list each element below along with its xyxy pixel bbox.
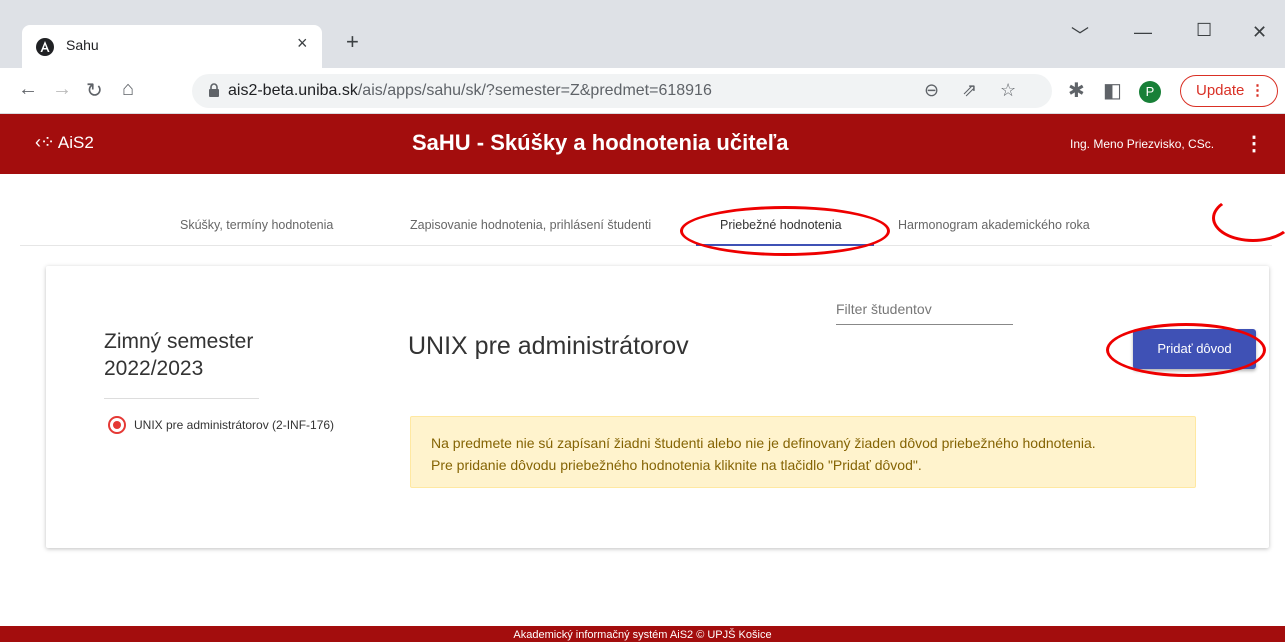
tab-exams[interactable]: Skúšky, termíny hodnotenia [180,218,333,232]
profile-avatar[interactable]: P [1139,81,1161,103]
logo-dots-icon: ‹⁘ [35,132,55,152]
share-icon[interactable]: ⇗ [962,80,977,101]
menu-dots-icon: ⋮ [1250,82,1265,99]
section-tabs: Skúšky, termíny hodnotenia Zapisovanie h… [20,174,1272,246]
browser-toolbar: ← → ↻ ⌂ ais2-beta.uniba.sk/ais/apps/sahu… [0,68,1285,114]
minimize-icon[interactable]: — [1134,22,1152,43]
side-panel-icon[interactable]: ◧ [1103,78,1122,103]
lock-icon [209,83,219,97]
user-name: Ing. Meno Priezvisko, CSc. [1070,137,1215,151]
zoom-icon[interactable]: ⊖ [924,80,939,101]
annotation-ring-button [1106,323,1266,377]
course-radio[interactable] [108,416,126,434]
bookmark-star-icon[interactable]: ☆ [1000,80,1016,101]
annotation-ring-menu [1212,194,1285,242]
back-icon[interactable]: ← [18,78,38,101]
address-bar[interactable]: ais2-beta.uniba.sk/ais/apps/sahu/sk/?sem… [192,74,1052,108]
divider [104,398,259,399]
update-button[interactable]: Update ⋮ [1180,75,1278,107]
forward-icon[interactable]: → [52,78,72,101]
reload-icon[interactable]: ↻ [86,78,103,103]
more-vert-icon[interactable]: ⋮ [1244,131,1264,156]
footer: Akademický informačný systém AiS2 © UPJŠ… [0,626,1285,642]
url-text: ais2-beta.uniba.sk/ais/apps/sahu/sk/?sem… [228,82,712,99]
extensions-icon[interactable]: ✱ [1068,78,1085,103]
new-tab-icon[interactable]: + [346,29,359,55]
browser-tab[interactable]: Sahu × [22,25,322,68]
tab-academic-calendar[interactable]: Harmonogram akademického roka [898,218,1090,232]
student-filter-input[interactable]: Filter študentov [836,301,932,317]
maximize-icon[interactable]: ☐ [1196,20,1212,41]
browser-tabstrip: Sahu × + ﹀ — ☐ ✕ [0,0,1285,68]
tab-title: Sahu [66,37,99,53]
course-list-item[interactable]: UNIX pre administrátorov (2-INF-176) [134,418,334,432]
tab-close-icon[interactable]: × [297,33,308,54]
angular-favicon-icon [36,38,54,56]
tab-grading[interactable]: Zapisovanie hodnotenia, prihlásení štude… [410,218,651,232]
course-title: UNIX pre administrátorov [408,332,689,360]
ais2-logo[interactable]: ‹⁘ AiS2 [35,132,94,153]
close-window-icon[interactable]: ✕ [1252,22,1267,43]
app-title: SaHU - Skúšky a hodnotenia učiteľa [412,130,789,155]
content-card: Zimný semester 2022/2023 UNIX pre admini… [46,266,1269,548]
info-alert: Na predmete nie sú zapísaní žiadni štude… [410,416,1196,488]
filter-underline [836,324,1013,325]
home-icon[interactable]: ⌂ [122,78,134,101]
tab-search-icon[interactable]: ﹀ [1071,22,1089,48]
annotation-ring-tab [680,206,890,256]
app-header: ‹⁘ AiS2 SaHU - Skúšky a hodnotenia učite… [0,114,1285,174]
semester-title: Zimný semester 2022/2023 [104,330,254,380]
